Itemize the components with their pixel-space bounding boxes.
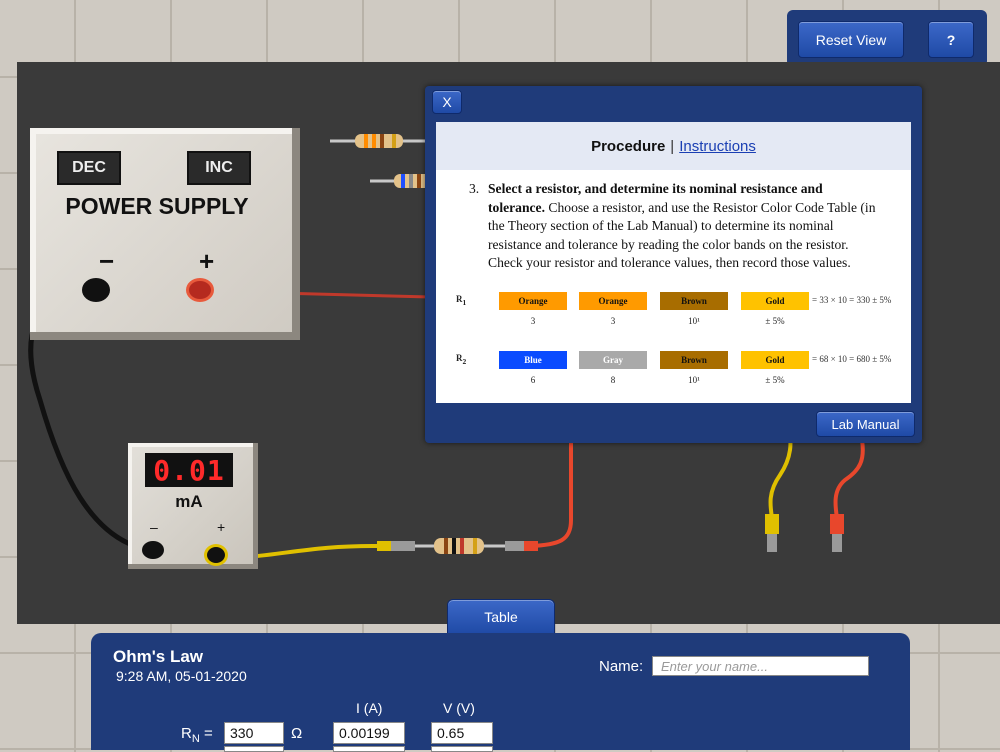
voltage-value-field-2[interactable]	[431, 746, 493, 752]
data-panel: Ohm's Law 9:28 AM, 05-01-2020 Name: Ente…	[91, 633, 910, 752]
color-band: Gold	[741, 292, 809, 310]
power-supply: DEC INC POWER SUPPLY − +	[30, 128, 300, 340]
ammeter-minus-terminal[interactable]	[142, 541, 164, 559]
voltage-column-header: V (V)	[443, 700, 475, 716]
resistor-label: R2	[456, 353, 467, 366]
color-band: Orange	[579, 292, 647, 310]
color-band: Gold	[741, 351, 809, 369]
band-value: ± 5%	[765, 316, 785, 326]
procedure-header: Procedure | Instructions	[436, 122, 911, 170]
band-value: ± 5%	[765, 375, 785, 385]
psu-plus-label: +	[199, 246, 215, 276]
procedure-step: 3. Select a resistor, and determine its …	[469, 180, 879, 273]
procedure-dialog: X Procedure | Instructions 3. Select a r…	[425, 86, 922, 443]
resistor-row-2: R2 Blue 6 Gray 8 Brown 10¹ Gold ± 5% = 68 × 10 = …	[456, 351, 896, 391]
close-button[interactable]: X	[432, 90, 462, 114]
rn-value-field[interactable]: 330	[224, 722, 284, 744]
band-value: 10¹	[688, 375, 700, 385]
resistor-label: R1	[456, 294, 467, 307]
ammeter-minus-label: –	[150, 519, 158, 535]
ammeter: 0.01 mA – +	[128, 443, 258, 569]
tab-instructions[interactable]: Instructions	[679, 138, 756, 155]
lab-manual-button[interactable]: Lab Manual	[816, 411, 915, 437]
color-band: Orange	[499, 292, 567, 310]
ammeter-plus-label: +	[217, 519, 226, 535]
current-value-field-2[interactable]	[333, 746, 405, 752]
dec-button[interactable]: DEC	[57, 151, 121, 185]
tab-separator: |	[670, 137, 675, 155]
current-column-header: I (A)	[356, 700, 383, 716]
voltage-value-field[interactable]: 0.65	[431, 722, 493, 744]
ammeter-unit: mA	[175, 492, 203, 511]
band-value: 3	[530, 316, 536, 326]
rn-label: RN =	[181, 725, 213, 745]
timestamp: 9:28 AM, 05-01-2020	[116, 668, 247, 684]
experiment-title: Ohm's Law	[113, 647, 204, 666]
color-band: Brown	[660, 351, 728, 369]
step-text: Choose a resistor, and use the Resistor …	[488, 199, 876, 271]
band-value: 3	[610, 316, 616, 326]
table-tab[interactable]: Table	[447, 599, 555, 635]
color-band: Blue	[499, 351, 567, 369]
current-value-field[interactable]: 0.00199	[333, 722, 405, 744]
band-value: 8	[610, 375, 616, 385]
band-value: 6	[530, 375, 536, 385]
procedure-page: Procedure | Instructions 3. Select a res…	[436, 122, 911, 403]
band-value: 10¹	[688, 316, 700, 326]
resistance-equation: = 33 × 10 = 330 ± 5%	[812, 295, 892, 305]
ammeter-plus-terminal[interactable]	[204, 544, 228, 566]
name-input[interactable]: Enter your name...	[652, 656, 869, 676]
spare-resistor-1[interactable]	[330, 134, 440, 148]
resistor-row-1: R1 Orange 3 Orange 3 Brown 10¹ Gold ± 5% = 33 × 1…	[456, 292, 896, 332]
psu-minus-label: −	[99, 246, 115, 276]
tab-procedure[interactable]: Procedure	[591, 138, 665, 155]
ohm-unit: Ω	[291, 725, 303, 742]
name-label: Name:	[599, 658, 644, 675]
circuit-resistor[interactable]	[377, 538, 538, 554]
rn-value-field-2[interactable]	[224, 746, 284, 752]
power-supply-title: POWER SUPPLY	[65, 193, 249, 219]
color-band: Gray	[579, 351, 647, 369]
resistance-equation: = 68 × 10 = 680 ± 5%	[812, 354, 892, 364]
ammeter-display: 0.01	[145, 453, 233, 487]
step-number: 3.	[469, 181, 480, 196]
color-band: Brown	[660, 292, 728, 310]
psu-plus-terminal[interactable]	[186, 278, 214, 302]
psu-minus-terminal[interactable]	[82, 278, 110, 302]
inc-button[interactable]: INC	[187, 151, 251, 185]
